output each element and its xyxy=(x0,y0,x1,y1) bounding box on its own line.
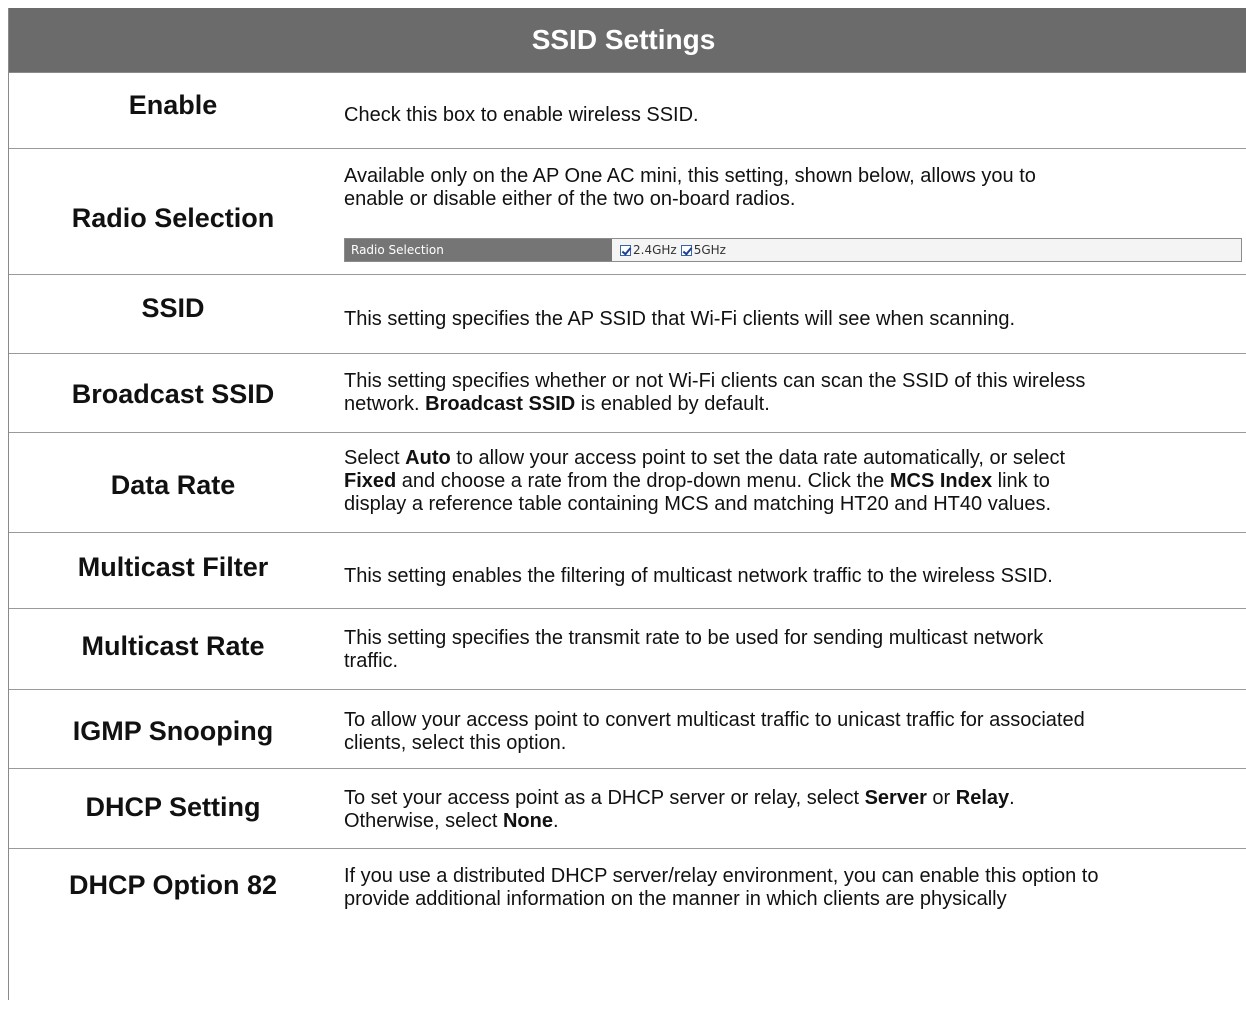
ssid-settings-table: SSID Settings Enable Check this box to e… xyxy=(8,8,1246,1000)
row-label: DHCP Setting xyxy=(85,792,261,822)
row-label: IGMP Snooping xyxy=(72,716,274,746)
row-description: Check this box to enable wireless SSID. xyxy=(344,104,699,126)
page-title: SSID Settings xyxy=(531,24,716,55)
radio-selection-label: Radio Selection xyxy=(345,239,612,261)
table-header: SSID Settings xyxy=(9,8,1246,73)
row-radio-selection: Radio Selection Available only on the AP… xyxy=(9,149,1246,275)
row-enable: Enable Check this box to enable wireless… xyxy=(9,73,1246,149)
row-description: To set your access point as a DHCP serve… xyxy=(344,787,1015,832)
row-label: SSID xyxy=(141,293,205,323)
checkbox-checked-icon[interactable] xyxy=(680,244,692,256)
row-label: Radio Selection xyxy=(71,203,275,233)
row-description: This setting specifies the AP SSID that … xyxy=(344,308,1016,330)
row-description: This setting enables the filtering of mu… xyxy=(344,565,1053,587)
row-label: Multicast Rate xyxy=(81,631,265,661)
row-multicast-filter: Multicast Filter This setting enables th… xyxy=(9,533,1246,609)
row-igmp-snooping: IGMP Snooping To allow your access point… xyxy=(9,690,1246,769)
row-ssid: SSID This setting specifies the AP SSID … xyxy=(9,275,1246,354)
row-label: DHCP Option 82 xyxy=(68,870,278,900)
row-dhcp-setting: DHCP Setting To set your access point as… xyxy=(9,769,1246,849)
radio-selection-value: 2.4GHz 5GHz xyxy=(612,239,1241,261)
row-description: Select Auto to allow your access point t… xyxy=(344,447,1066,515)
row-label: Multicast Filter xyxy=(77,552,269,582)
row-data-rate: Data Rate Select Auto to allow your acce… xyxy=(9,433,1246,533)
row-description: This setting specifies whether or not Wi… xyxy=(344,370,1086,415)
row-multicast-rate: Multicast Rate This setting specifies th… xyxy=(9,609,1246,690)
row-description: Available only on the AP One AC mini, th… xyxy=(344,165,1036,210)
row-broadcast-ssid: Broadcast SSID This setting specifies wh… xyxy=(9,354,1246,433)
checkbox-checked-icon[interactable] xyxy=(620,244,631,256)
row-label: Enable xyxy=(128,90,218,120)
row-description: If you use a distributed DHCP server/rel… xyxy=(344,865,1099,910)
row-description: This setting specifies the transmit rate… xyxy=(344,627,1044,672)
radio-selection-screenshot: Radio Selection 2.4GHz 5GHz xyxy=(344,238,1242,262)
row-description: To allow your access point to convert mu… xyxy=(344,709,1085,754)
row-label: Data Rate xyxy=(110,470,236,500)
row-label: Broadcast SSID xyxy=(71,379,275,409)
row-dhcp-option-82: DHCP Option 82 If you use a distributed … xyxy=(9,849,1246,1009)
